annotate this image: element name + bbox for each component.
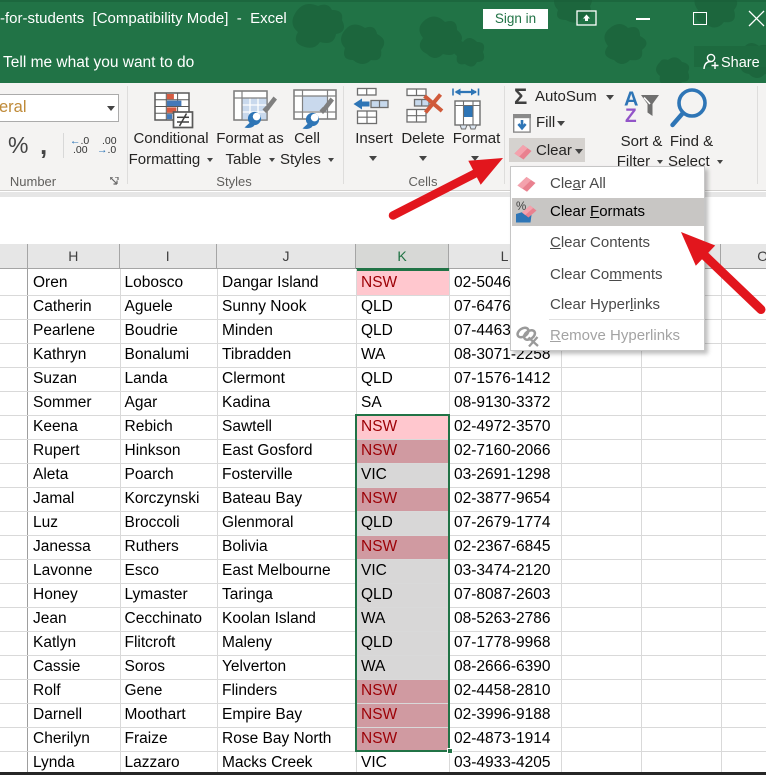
svg-text:Z: Z [625,106,637,125]
